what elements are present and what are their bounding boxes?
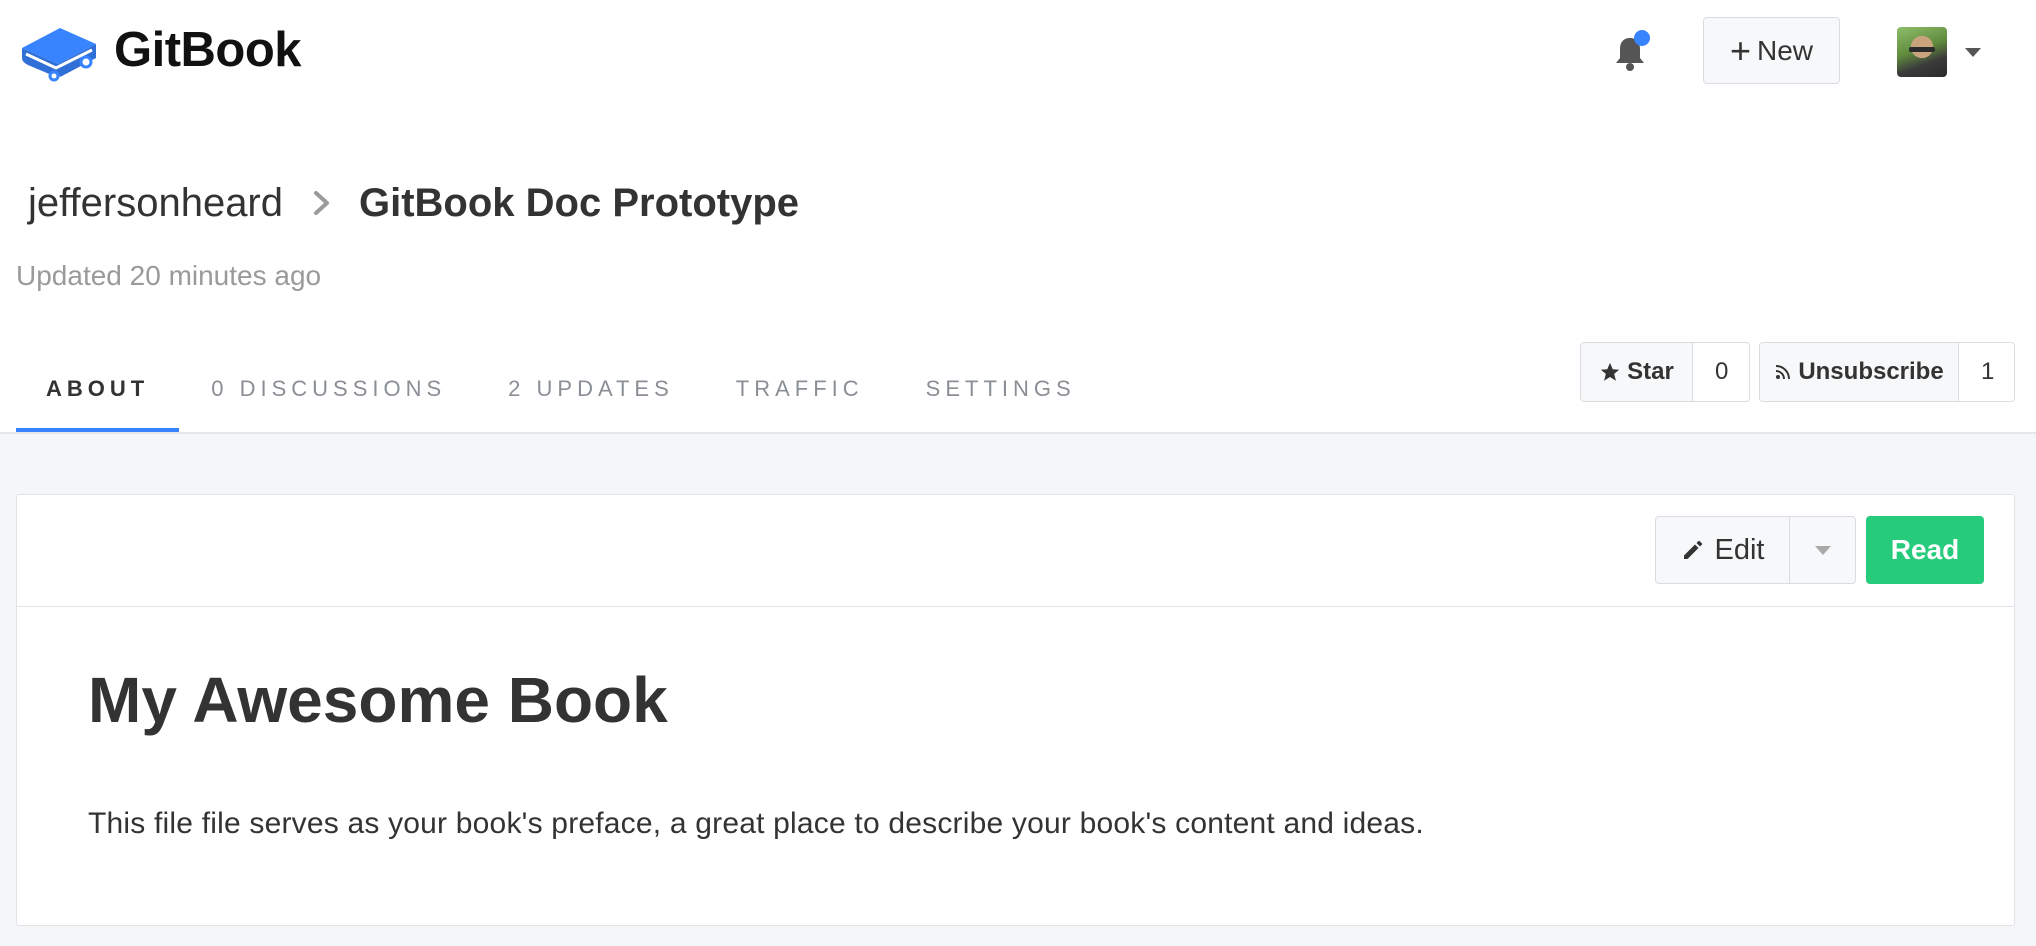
account-menu[interactable] — [1897, 27, 1981, 77]
subscribe-button-group: Unsubscribe 1 — [1759, 342, 2015, 402]
book-description: This file file serves as your book's pre… — [88, 807, 1424, 840]
rss-icon — [1774, 363, 1792, 381]
new-button[interactable]: + New — [1703, 17, 1840, 84]
star-count[interactable]: 0 — [1693, 343, 1749, 401]
star-button[interactable]: Star — [1581, 343, 1693, 401]
brand-name: GitBook — [114, 23, 302, 77]
book-logo-icon — [22, 28, 96, 82]
readme-card: Edit Read My Awesome Book This file file… — [16, 494, 2015, 926]
pencil-icon — [1683, 540, 1702, 559]
edit-button[interactable]: Edit — [1656, 517, 1790, 583]
tab-traffic[interactable]: TRAFFIC — [706, 344, 894, 434]
caret-down-icon — [1814, 545, 1831, 555]
edit-label: Edit — [1714, 533, 1765, 566]
chevron-right-icon — [309, 188, 335, 218]
star-label: Star — [1627, 358, 1674, 385]
updated-timestamp: Updated 20 minutes ago — [16, 260, 322, 291]
notifications-button[interactable] — [1612, 30, 1650, 72]
tab-discussions[interactable]: 0 DISCUSSIONS — [181, 344, 476, 434]
star-icon — [1599, 361, 1621, 383]
star-button-group: Star 0 — [1580, 342, 1750, 402]
unsubscribe-label: Unsubscribe — [1798, 358, 1944, 385]
tab-settings[interactable]: SETTINGS — [896, 344, 1106, 434]
edit-button-group: Edit — [1655, 516, 1856, 584]
breadcrumb-user[interactable]: jeffersonheard — [28, 181, 283, 226]
caret-down-icon — [1965, 47, 1981, 57]
subscriber-count[interactable]: 1 — [1959, 343, 2014, 401]
tab-bar: ABOUT 0 DISCUSSIONS 2 UPDATES TRAFFIC SE… — [16, 344, 1108, 434]
book-title: My Awesome Book — [88, 664, 668, 736]
unsubscribe-button[interactable]: Unsubscribe — [1760, 343, 1959, 401]
read-button[interactable]: Read — [1866, 516, 1984, 584]
notification-dot — [1634, 30, 1650, 46]
plus-icon: + — [1729, 29, 1751, 71]
card-toolbar: Edit Read — [17, 495, 2014, 607]
avatar — [1897, 27, 1947, 77]
new-button-label: New — [1757, 34, 1814, 66]
edit-dropdown-button[interactable] — [1790, 517, 1855, 583]
tab-updates[interactable]: 2 UPDATES — [478, 344, 704, 434]
top-header: GitBook + New — [0, 0, 2036, 100]
breadcrumb-book[interactable]: GitBook Doc Prototype — [359, 181, 799, 226]
brand[interactable]: GitBook — [16, 18, 302, 82]
breadcrumb: jeffersonheard GitBook Doc Prototype — [28, 176, 799, 230]
tab-about[interactable]: ABOUT — [16, 344, 180, 434]
